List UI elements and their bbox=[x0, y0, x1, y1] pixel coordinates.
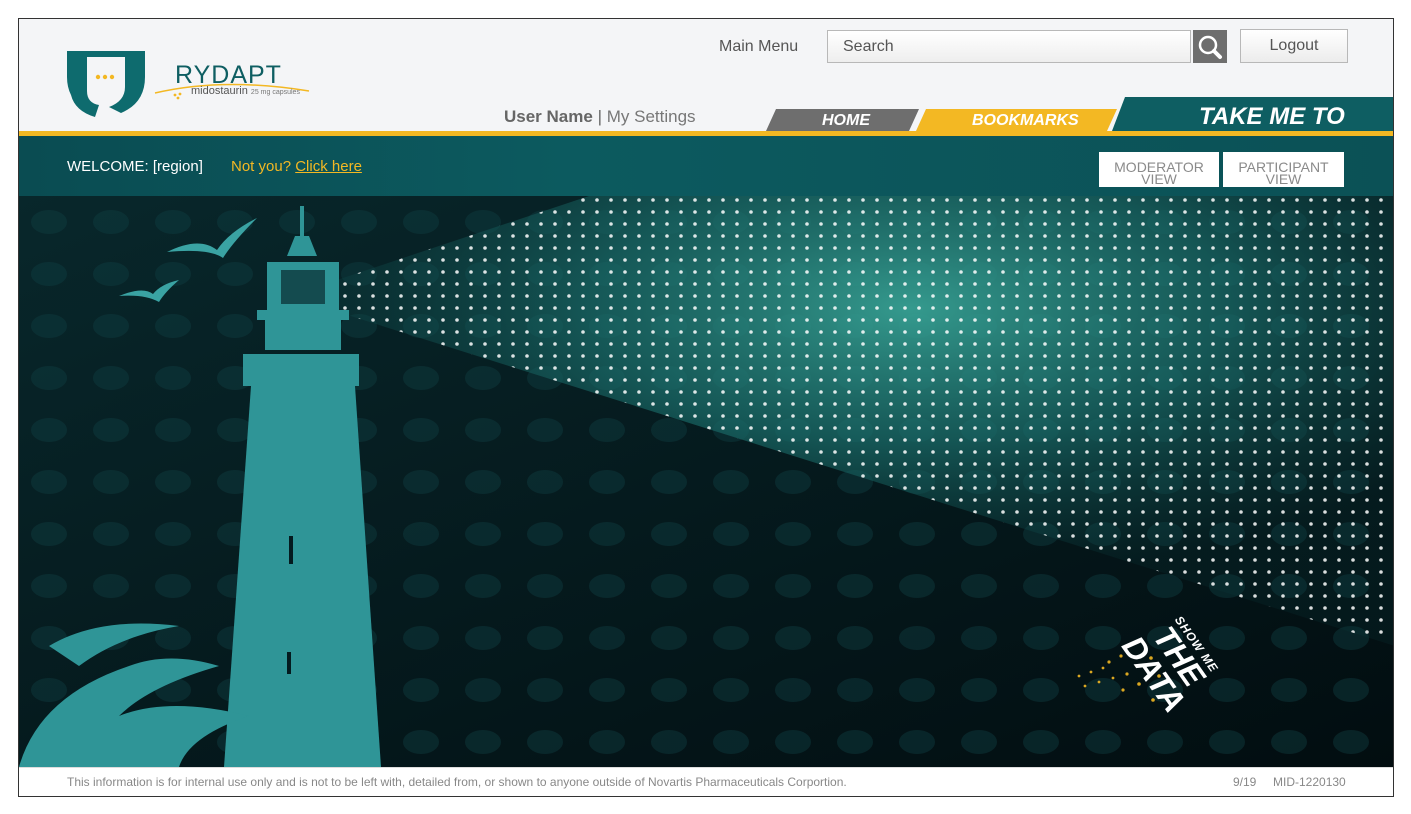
u-logo-icon bbox=[67, 51, 145, 117]
page-frame: RYDAPT midostaurin 25 mg capsules Main M… bbox=[18, 18, 1394, 797]
disclaimer-text: This information is for internal use onl… bbox=[67, 775, 847, 789]
nav-bookmarks-tab[interactable]: BOOKMARKS bbox=[972, 112, 1079, 130]
brand-generic-name: midostaurin bbox=[191, 85, 248, 97]
nav-home-tab[interactable]: HOME bbox=[822, 112, 870, 130]
footer: This information is for internal use onl… bbox=[19, 767, 1393, 796]
hero-banner: SHOW ME THE DATA bbox=[19, 196, 1393, 767]
participant-line2: VIEW bbox=[1265, 170, 1302, 187]
not-you-text: Not you? Click here bbox=[231, 158, 362, 175]
welcome-bar: WELCOME: [region] Not you? Click here MO… bbox=[19, 136, 1393, 196]
user-line: User Name | My Settings bbox=[504, 107, 696, 127]
header: RYDAPT midostaurin 25 mg capsules Main M… bbox=[19, 19, 1393, 136]
nav-take-me-to-tab[interactable]: TAKE ME TO bbox=[1199, 103, 1345, 131]
search-input[interactable] bbox=[827, 30, 1191, 63]
moderator-view-button[interactable]: MODERATOR VIEW bbox=[1099, 152, 1219, 187]
logout-button[interactable]: Logout bbox=[1240, 29, 1348, 63]
participant-view-button[interactable]: PARTICIPANT VIEW bbox=[1223, 152, 1344, 187]
brand-subtitle: midostaurin 25 mg capsules bbox=[191, 85, 300, 97]
user-separator: | bbox=[597, 107, 602, 126]
material-code: MID-1220130 bbox=[1273, 775, 1346, 789]
date-code: 9/19 bbox=[1233, 775, 1257, 789]
main-menu-link[interactable]: Main Menu bbox=[719, 38, 798, 56]
brand-dose: 25 mg capsules bbox=[250, 89, 300, 96]
user-name: User Name bbox=[504, 107, 593, 126]
brand-logo: RYDAPT midostaurin 25 mg capsules bbox=[153, 57, 313, 105]
search-button[interactable] bbox=[1193, 30, 1227, 63]
not-you-label: Not you? bbox=[231, 158, 292, 175]
moderator-line2: VIEW bbox=[1141, 170, 1177, 187]
welcome-text: WELCOME: [region] bbox=[67, 158, 203, 175]
my-settings-link[interactable]: My Settings bbox=[607, 107, 696, 126]
click-here-link[interactable]: Click here bbox=[295, 158, 362, 175]
search-icon bbox=[1198, 35, 1222, 59]
